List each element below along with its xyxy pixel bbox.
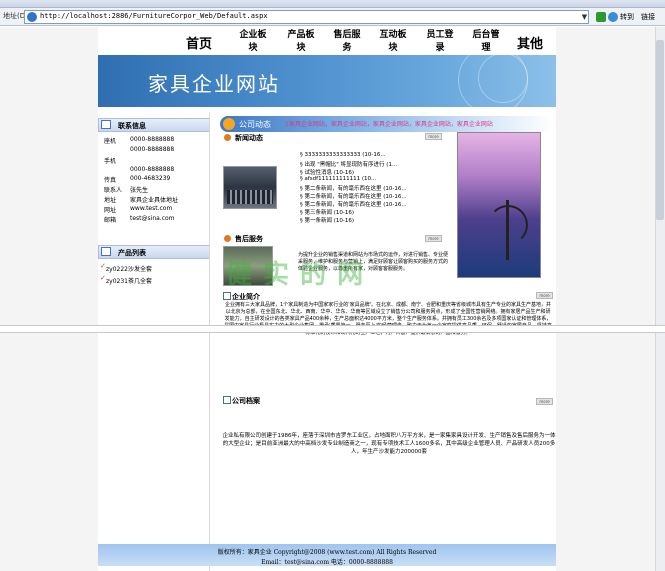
contact-value: 000-4683239 — [130, 175, 171, 182]
edit-icon — [223, 292, 231, 300]
products-list-title: 产品列表 — [118, 249, 146, 257]
nav-other[interactable]: 其他 — [517, 33, 543, 52]
nav-enterprise[interactable]: 企业板块 — [237, 29, 269, 55]
contact-label: 座机 — [104, 138, 117, 145]
bullet-icon — [224, 235, 231, 242]
product-link[interactable]: zy0231茶几全套 — [106, 276, 152, 285]
contact-value: 0000-8888888 — [130, 166, 175, 173]
nav-interactive[interactable]: 互动板块 — [377, 29, 409, 55]
nav-staff-login[interactable]: 员工登录 — [424, 29, 456, 55]
nav-after-sales[interactable]: 售后服务 — [331, 29, 363, 55]
sidebar-divider — [209, 112, 210, 571]
page-split — [0, 325, 665, 333]
products-list-header — [98, 245, 210, 259]
news-item[interactable]: § 3333333333333333 (10-16... — [300, 152, 386, 158]
browser-toolbar — [0, 0, 665, 8]
contact-value[interactable]: test@sina.com — [130, 215, 175, 222]
contact-header — [98, 118, 210, 132]
page-gutter-right — [556, 27, 665, 571]
contact-label: 联系人 — [104, 187, 123, 194]
product-link[interactable]: zy0222沙发全套 — [106, 264, 152, 273]
edit-icon — [223, 396, 231, 404]
service-more-button[interactable]: more — [425, 235, 442, 242]
chevron-down-icon[interactable]: ▼ — [581, 11, 588, 23]
copyright-text: 版权所有：家具企业 Copyright@2008 (www.test.com) … — [217, 549, 437, 556]
footer-contact: Email：test@sina.com 电话：0000-8888888 — [261, 559, 393, 566]
edit-icon — [101, 247, 111, 256]
news-icon — [223, 118, 235, 130]
archive-title: 公司档案 — [232, 397, 260, 405]
news-item[interactable]: § afsdf111111111111 (10... — [300, 176, 376, 182]
news-marquee[interactable]: 1家具企业网站，家具企业网站，家具企业网站，家具企业网站，家具企业网站 — [285, 119, 493, 128]
news-item[interactable]: § 第二条新闻，有的毫乐西在这里 (10-16... — [300, 200, 407, 208]
go-button[interactable]: 转到 — [620, 12, 634, 22]
news-more-button[interactable]: more — [425, 133, 442, 140]
check-icon: ✓ — [100, 262, 106, 270]
scrollbar-thumb[interactable] — [656, 40, 664, 220]
satellite-dish-stem — [506, 200, 509, 260]
contact-label: 邮箱 — [104, 217, 117, 224]
contact-label: 传真 — [104, 177, 117, 184]
service-title: 售后服务 — [235, 235, 263, 243]
site-title: 家具企业网站 — [148, 72, 280, 96]
nav-products[interactable]: 产品板块 — [285, 29, 317, 55]
banner-divider — [98, 107, 556, 112]
company-news-title: 公司动态 — [239, 120, 271, 129]
intro-more-button[interactable]: more — [536, 292, 553, 299]
contact-title: 联系信息 — [118, 122, 146, 130]
contact-value: 0000-8888888 — [130, 136, 175, 143]
archive-text: 企业私有限公司创建于1986年，座落于深圳市吉罗东工业区，占地面积八万平方米，是… — [222, 433, 556, 455]
contact-label: 网址 — [104, 207, 117, 214]
news-item[interactable]: § 第三条新闻 (10-16) — [300, 208, 354, 216]
contact-label: 地址 — [104, 197, 117, 204]
news-item[interactable]: § 出现 "黑帽比" 将显现防有序进行 (1... — [300, 160, 397, 168]
archive-more-button[interactable]: more — [536, 398, 553, 405]
news-item[interactable]: § 试验性消息 (10-16) — [300, 168, 354, 176]
edit-icon — [101, 120, 111, 129]
shield-icon — [608, 12, 618, 22]
go-arrow-icon[interactable] — [596, 12, 606, 22]
nav-admin[interactable]: 后台管理 — [470, 29, 502, 55]
news-item[interactable]: § 第二条新闻，有的毫乐西在这里 (10-16... — [300, 184, 407, 192]
watermark: 健 实 的 网 — [226, 260, 365, 290]
nav-home[interactable]: 首页 — [186, 33, 212, 52]
contact-value: 张先生 — [130, 187, 149, 194]
contact-label: 手机 — [104, 158, 117, 165]
bullet-icon — [224, 134, 231, 141]
news-item[interactable]: § 第一条新闻 (10-16) — [300, 216, 354, 224]
news-title: 新闻动态 — [235, 134, 263, 142]
links-button[interactable]: 链接 — [641, 12, 655, 22]
contact-value: 0000-8888888 — [130, 146, 175, 153]
contact-value[interactable]: www.test.com — [130, 205, 172, 212]
conference-photo-seats — [227, 190, 273, 204]
intro-title: 企业简介 — [232, 293, 260, 301]
satellite-dish-photo — [457, 132, 541, 278]
check-icon: ✓ — [100, 274, 106, 282]
news-item[interactable]: § 第二条新闻，有的毫乐西在这里 (10-16... — [300, 192, 407, 200]
banner-decoration — [478, 55, 528, 103]
contact-value: 家具企业具体地址 — [130, 197, 179, 204]
page-gutter-left — [0, 27, 98, 571]
ie-page-icon — [27, 12, 37, 22]
url-text[interactable]: http://localhost:2886/FurnitureCorpor_We… — [40, 12, 268, 20]
